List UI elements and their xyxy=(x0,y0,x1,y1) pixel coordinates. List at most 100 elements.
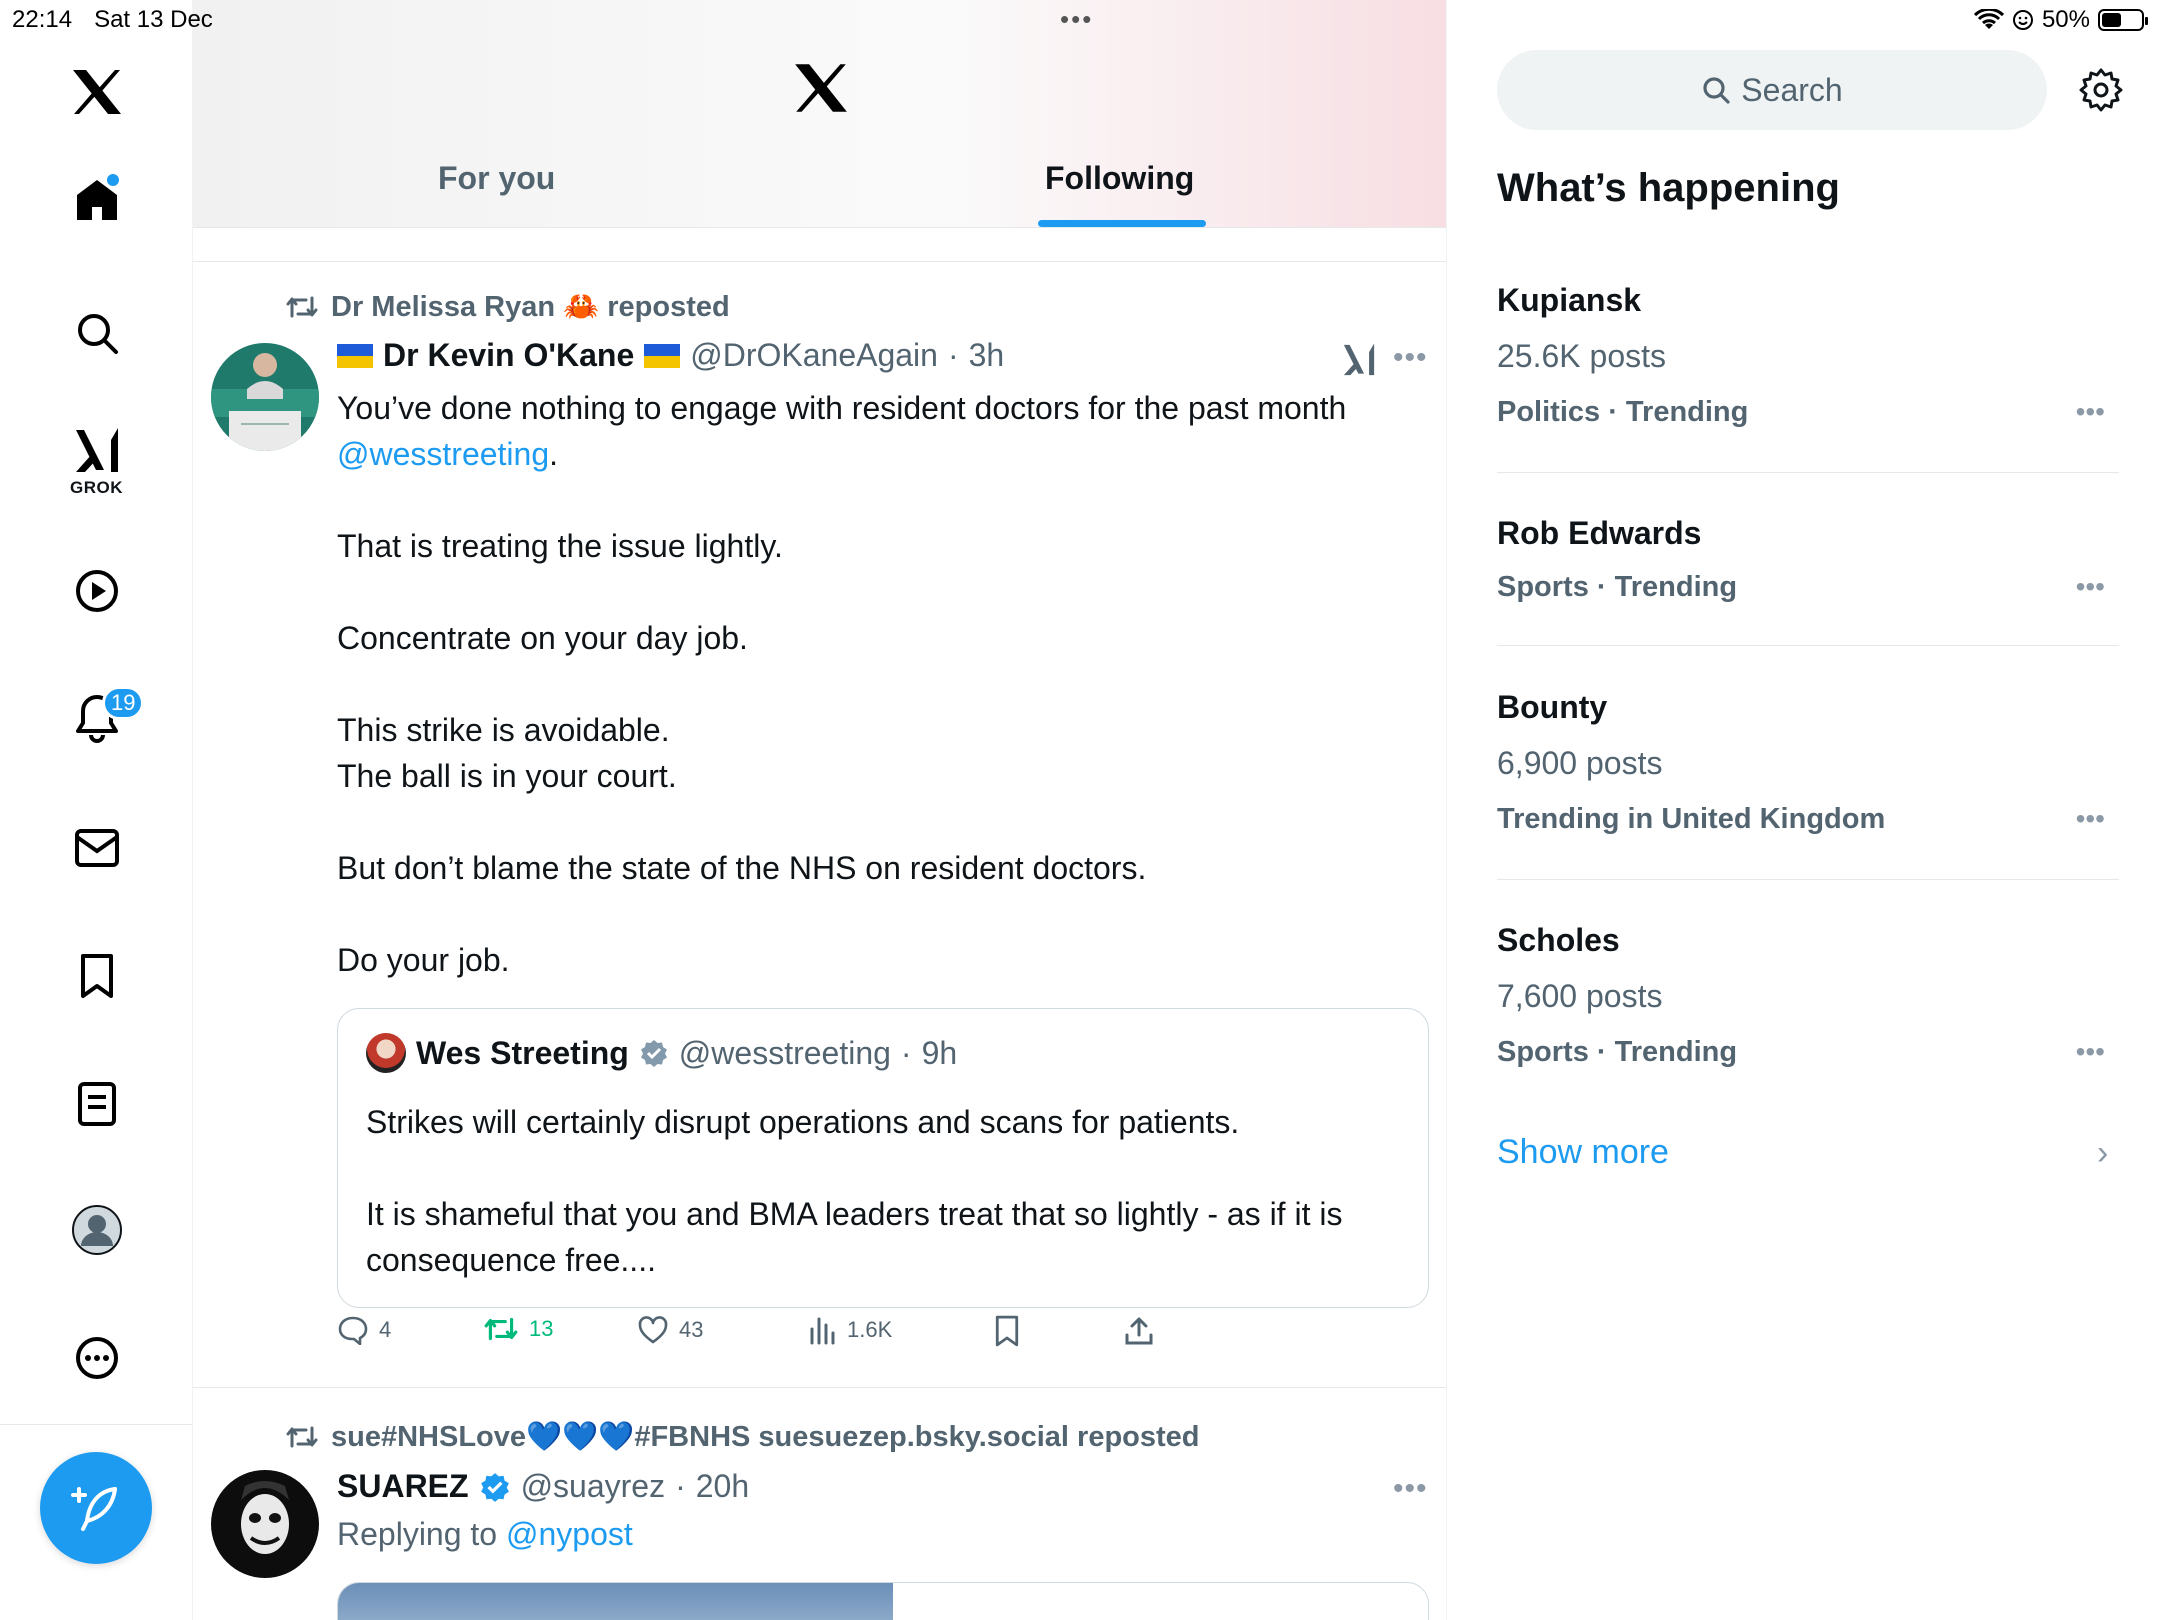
post[interactable]: sue#NHSLove💙💙💙#FBNHS suesuezep.bsky.soci… xyxy=(193,1390,1446,1620)
search-input[interactable]: Search xyxy=(1497,50,2047,130)
trend-item[interactable]: Bounty 6,900 posts Trending in United Ki… xyxy=(1497,677,2119,880)
repost-icon xyxy=(484,1317,518,1341)
repost-icon xyxy=(286,1426,318,1448)
author-avatar[interactable] xyxy=(211,1470,319,1578)
trend-item[interactable]: Rob Edwards Sports · Trending ••• xyxy=(1497,503,2119,646)
post-paragraph: This strike is avoidable. xyxy=(337,712,670,748)
replying-to-line: Replying to @nypost xyxy=(337,1516,633,1553)
grok-icon[interactable] xyxy=(0,425,193,477)
wifi-icon xyxy=(1973,9,2004,29)
status-time: 22:14 xyxy=(12,6,73,33)
repost-count: 13 xyxy=(529,1316,554,1341)
quoted-author-name: Wes Streeting xyxy=(416,1034,629,1071)
multitasking-dots-icon[interactable]: ••• xyxy=(1060,4,1093,35)
trend-item[interactable]: Scholes 7,600 posts Sports · Trending ••… xyxy=(1497,910,2119,1100)
trend-item[interactable]: Kupiansk 25.6K posts Politics · Trending… xyxy=(1497,270,2119,473)
status-bar: 22:14 Sat 13 Dec ••• 50% xyxy=(0,0,2160,40)
trend-category: Politics · Trending xyxy=(1497,396,1749,428)
x-logo-icon[interactable] xyxy=(0,62,193,122)
post-media[interactable] xyxy=(337,1582,1429,1620)
post-paragraph: But don’t blame the state of the NHS on … xyxy=(337,850,1147,886)
more-options-icon[interactable] xyxy=(0,1330,193,1386)
post-more-icon[interactable]: ••• xyxy=(1393,341,1428,375)
show-more-link[interactable]: Show more xyxy=(1497,1133,1669,1172)
trend-category: Sports · Trending xyxy=(1497,571,1738,603)
right-sidebar: Search What’s happening Kupiansk 25.6K p… xyxy=(1447,0,2160,1620)
ukraine-flag-icon xyxy=(644,343,681,368)
ukraine-flag-icon xyxy=(337,343,373,368)
search-icon[interactable] xyxy=(0,305,193,361)
trend-name: Scholes xyxy=(1497,922,1620,958)
author-handle[interactable]: @suayrez xyxy=(521,1468,666,1505)
timeline: For you Following Dr Melissa Ryan 🦀 repo… xyxy=(193,0,1447,1620)
status-date: Sat 13 Dec xyxy=(94,6,213,33)
author-line: SUAREZ @suayrez · 20h xyxy=(337,1468,749,1505)
views-button[interactable]: 1.6K xyxy=(807,1315,892,1345)
quoted-paragraph: Strikes will certainly disrupt operation… xyxy=(366,1104,1240,1140)
header-x-logo-icon[interactable] xyxy=(793,62,849,119)
replying-to-mention[interactable]: @nypost xyxy=(506,1516,633,1552)
share-icon xyxy=(1125,1317,1153,1345)
post-paragraph: That is treating the issue lightly. xyxy=(337,528,783,564)
trend-more-icon[interactable]: ••• xyxy=(2076,1036,2105,1068)
grok-explain-icon[interactable] xyxy=(1341,341,1377,384)
messages-envelope-icon[interactable] xyxy=(0,820,193,876)
quoted-post[interactable]: Wes Streeting @wesstreeting · 9h Strikes… xyxy=(337,1008,1429,1308)
separator-dot: · xyxy=(675,1468,686,1504)
video-icon[interactable] xyxy=(0,563,193,619)
trend-posts: 7,600 posts xyxy=(1497,978,1663,1014)
quoted-author-avatar xyxy=(366,1033,406,1073)
share-button[interactable] xyxy=(1123,1315,1155,1347)
trend-name: Rob Edwards xyxy=(1497,515,1702,551)
replying-to-label: Replying to xyxy=(337,1516,498,1552)
post-paragraph: The ball is in your court. xyxy=(337,758,677,794)
like-count: 43 xyxy=(679,1317,704,1342)
quoted-post-time: 9h xyxy=(921,1034,958,1071)
profile-avatar-icon[interactable] xyxy=(0,1200,193,1260)
repost-context: sue#NHSLove💙💙💙#FBNHS suesuezep.bsky.soci… xyxy=(285,1420,1200,1454)
post-more-icon[interactable]: ••• xyxy=(1393,1472,1428,1506)
repost-button[interactable]: 13 xyxy=(483,1315,553,1343)
bookmark-icon xyxy=(995,1315,1019,1347)
post[interactable]: Dr Melissa Ryan 🦀 reposted Dr Kevin O'Ka… xyxy=(193,263,1446,1388)
post-paragraph: You’ve done nothing to engage with resid… xyxy=(337,385,1357,477)
quoted-paragraph: It is shameful that you and BMA leaders … xyxy=(366,1196,1343,1278)
verified-badge-icon xyxy=(480,1472,509,1502)
bookmarks-icon[interactable] xyxy=(0,948,193,1004)
like-button[interactable]: 43 xyxy=(637,1315,703,1345)
lists-icon[interactable] xyxy=(0,1076,193,1132)
post-time[interactable]: 20h xyxy=(696,1468,749,1505)
reply-count: 4 xyxy=(379,1317,392,1342)
tab-for-you[interactable]: For you xyxy=(438,160,555,197)
mention-link[interactable]: @wesstreeting xyxy=(337,436,549,472)
separator-dot: · xyxy=(900,1034,912,1071)
trend-name: Bounty xyxy=(1497,689,1608,725)
notifications-bell-icon[interactable] xyxy=(0,690,193,746)
home-icon[interactable] xyxy=(0,172,193,228)
heart-icon xyxy=(638,1316,668,1344)
post-text-span: You’ve done nothing to engage with resid… xyxy=(337,390,1347,426)
active-tab-indicator xyxy=(1038,220,1206,227)
post-time[interactable]: 3h xyxy=(969,337,1005,374)
whats-happening-title: What’s happening xyxy=(1497,166,1840,210)
bookmark-button[interactable] xyxy=(993,1315,1021,1347)
author-name[interactable]: Dr Kevin O'Kane xyxy=(383,337,634,374)
post-text-span: . xyxy=(549,436,559,472)
separator-dot: · xyxy=(947,337,959,373)
search-placeholder: Search xyxy=(1741,71,1843,108)
author-avatar[interactable] xyxy=(211,343,319,451)
settings-gear-icon[interactable] xyxy=(2079,68,2123,117)
author-handle[interactable]: @DrOKaneAgain xyxy=(690,337,938,374)
nav-divider xyxy=(0,1424,193,1425)
compose-feather-icon xyxy=(71,1487,117,1531)
tab-following[interactable]: Following xyxy=(1045,160,1194,197)
reply-button[interactable]: 4 xyxy=(337,1315,391,1345)
trend-more-icon[interactable]: ••• xyxy=(2076,571,2105,603)
chevron-right-icon: › xyxy=(2097,1134,2109,1172)
trend-posts: 6,900 posts xyxy=(1497,745,1663,781)
trend-more-icon[interactable]: ••• xyxy=(2076,803,2105,835)
author-name[interactable]: SUAREZ xyxy=(337,1468,469,1505)
reposted-by-text: sue#NHSLove💙💙💙#FBNHS suesuezep.bsky.soci… xyxy=(331,1421,1200,1453)
compose-post-button[interactable] xyxy=(40,1452,152,1564)
trend-more-icon[interactable]: ••• xyxy=(2076,396,2105,428)
